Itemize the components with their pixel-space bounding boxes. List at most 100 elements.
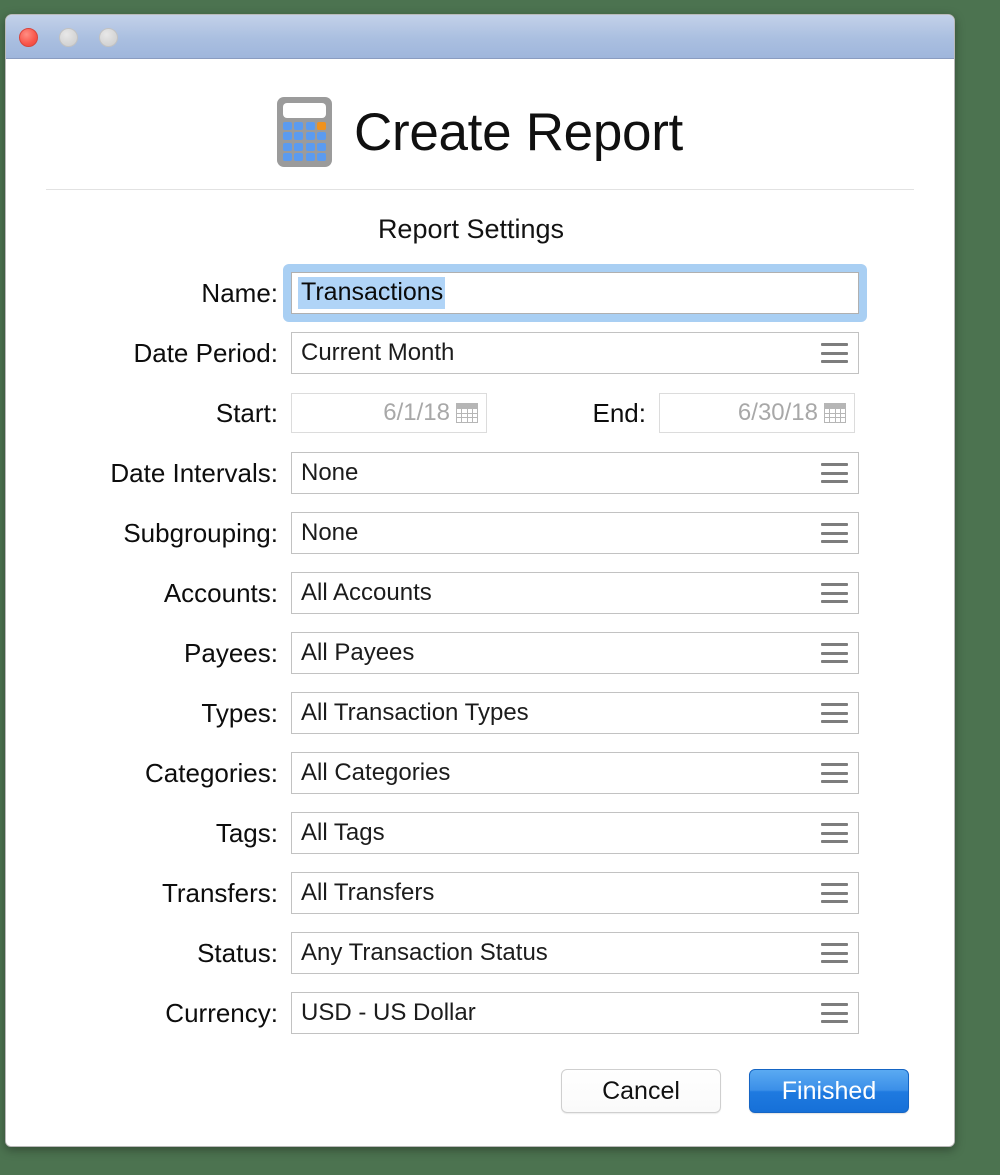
- calculator-icon: [277, 97, 332, 167]
- start-label: Start:: [6, 398, 291, 429]
- calculator-key: [294, 122, 303, 130]
- popup-menu-icon: [821, 583, 848, 603]
- page-title: Create Report: [354, 106, 683, 159]
- subgrouping-label: Subgrouping:: [6, 518, 291, 549]
- form-row-accounts: Accounts:All Accounts: [6, 571, 954, 615]
- date-period-value: Current Month: [292, 339, 454, 367]
- dialog-buttons: Cancel Finished: [6, 1069, 954, 1113]
- header-divider: [46, 189, 914, 190]
- accounts-dropdown[interactable]: All Accounts: [291, 572, 859, 614]
- calculator-key: [294, 143, 303, 151]
- date-period-label: Date Period:: [6, 338, 291, 369]
- calculator-key: [294, 132, 303, 140]
- popup-menu-icon: [821, 1003, 848, 1023]
- calculator-key: [306, 143, 315, 151]
- create-report-window: Create Report Report Settings Name: Tran…: [5, 14, 955, 1147]
- categories-dropdown[interactable]: All Categories: [291, 752, 859, 794]
- status-label: Status:: [6, 938, 291, 969]
- transfers-label: Transfers:: [6, 878, 291, 909]
- form-row-payees: Payees:All Payees: [6, 631, 954, 675]
- popup-menu-icon: [821, 703, 848, 723]
- popup-menu-icon: [821, 343, 848, 363]
- cancel-button[interactable]: Cancel: [561, 1069, 721, 1113]
- currency-label: Currency:: [6, 998, 291, 1029]
- form-row-date-intervals: Date Intervals:None: [6, 451, 954, 495]
- calculator-key: [283, 122, 292, 130]
- payees-label: Payees:: [6, 638, 291, 669]
- subgrouping-value: None: [292, 519, 358, 547]
- types-dropdown[interactable]: All Transaction Types: [291, 692, 859, 734]
- accounts-value: All Accounts: [292, 579, 432, 607]
- report-settings-form: Name: Transactions Date Period: Current …: [6, 271, 954, 1035]
- date-intervals-label: Date Intervals:: [6, 458, 291, 489]
- popup-menu-icon: [821, 943, 848, 963]
- date-period-dropdown[interactable]: Current Month: [291, 332, 859, 374]
- calendar-icon: [824, 403, 846, 423]
- name-input[interactable]: Transactions: [291, 272, 859, 314]
- window-titlebar[interactable]: [6, 15, 954, 59]
- form-row-types: Types:All Transaction Types: [6, 691, 954, 735]
- transfers-dropdown[interactable]: All Transfers: [291, 872, 859, 914]
- section-subtitle: Report Settings: [5, 214, 954, 245]
- popup-menu-icon: [821, 883, 848, 903]
- calendar-icon: [456, 403, 478, 423]
- transfers-value: All Transfers: [292, 879, 434, 907]
- status-dropdown[interactable]: Any Transaction Status: [291, 932, 859, 974]
- calculator-key-accent: [317, 122, 326, 130]
- date-intervals-dropdown[interactable]: None: [291, 452, 859, 494]
- form-row-start-end: Start: 6/1/18 End: 6/30/18: [6, 391, 954, 435]
- name-field-focus-ring: Transactions: [283, 264, 867, 322]
- start-date-input[interactable]: 6/1/18: [291, 393, 487, 433]
- payees-value: All Payees: [292, 639, 414, 667]
- date-intervals-value: None: [292, 459, 358, 487]
- popup-menu-icon: [821, 823, 848, 843]
- subgrouping-dropdown[interactable]: None: [291, 512, 859, 554]
- currency-dropdown[interactable]: USD - US Dollar: [291, 992, 859, 1034]
- calculator-key: [306, 132, 315, 140]
- dropdown-rows: Date Intervals:NoneSubgrouping:NoneAccou…: [6, 451, 954, 1035]
- form-row-categories: Categories:All Categories: [6, 751, 954, 795]
- form-row-date-period: Date Period: Current Month: [6, 331, 954, 375]
- form-row-tags: Tags:All Tags: [6, 811, 954, 855]
- finished-button[interactable]: Finished: [749, 1069, 909, 1113]
- types-value: All Transaction Types: [292, 699, 529, 727]
- form-row-transfers: Transfers:All Transfers: [6, 871, 954, 915]
- currency-value: USD - US Dollar: [292, 999, 476, 1027]
- minimize-window-button[interactable]: [59, 28, 78, 47]
- calculator-key: [317, 143, 326, 151]
- dialog-content: Create Report Report Settings Name: Tran…: [6, 59, 954, 1146]
- start-date-value: 6/1/18: [383, 399, 450, 427]
- calculator-key: [317, 153, 326, 161]
- maximize-window-button[interactable]: [99, 28, 118, 47]
- payees-dropdown[interactable]: All Payees: [291, 632, 859, 674]
- calculator-key: [294, 153, 303, 161]
- calculator-key: [283, 143, 292, 151]
- categories-value: All Categories: [292, 759, 450, 787]
- form-row-status: Status:Any Transaction Status: [6, 931, 954, 975]
- popup-menu-icon: [821, 463, 848, 483]
- form-row-subgrouping: Subgrouping:None: [6, 511, 954, 555]
- close-window-button[interactable]: [19, 28, 38, 47]
- status-value: Any Transaction Status: [292, 939, 548, 967]
- tags-label: Tags:: [6, 818, 291, 849]
- calculator-key: [317, 132, 326, 140]
- categories-label: Categories:: [6, 758, 291, 789]
- dialog-header: Create Report: [6, 59, 954, 179]
- name-label: Name:: [6, 278, 291, 309]
- form-row-currency: Currency:USD - US Dollar: [6, 991, 954, 1035]
- calculator-key: [306, 153, 315, 161]
- end-label: End:: [487, 398, 659, 429]
- calculator-keys: [283, 122, 326, 161]
- calculator-key: [283, 153, 292, 161]
- name-input-value: Transactions: [298, 277, 445, 309]
- end-date-value: 6/30/18: [738, 399, 818, 427]
- types-label: Types:: [6, 698, 291, 729]
- end-date-input[interactable]: 6/30/18: [659, 393, 855, 433]
- popup-menu-icon: [821, 763, 848, 783]
- calculator-key: [306, 122, 315, 130]
- calculator-key: [283, 132, 292, 140]
- popup-menu-icon: [821, 523, 848, 543]
- tags-dropdown[interactable]: All Tags: [291, 812, 859, 854]
- popup-menu-icon: [821, 643, 848, 663]
- calculator-screen: [283, 103, 326, 118]
